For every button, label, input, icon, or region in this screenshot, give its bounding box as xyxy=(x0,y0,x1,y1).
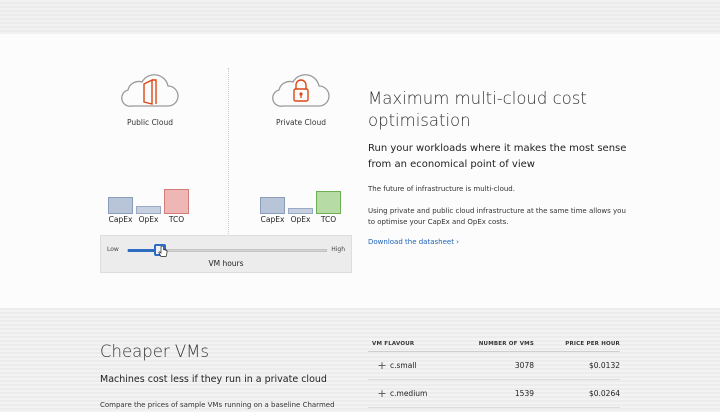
table-row: + c.medium 1539 $0.0264 xyxy=(368,380,620,408)
slider-caption: VM hours xyxy=(208,259,244,268)
public-cloud-column: Public Cloud xyxy=(95,70,205,127)
cheaper-vms-heading: Cheaper VMs xyxy=(100,342,210,361)
cheaper-vms-text: Compare the prices of sample VMs running… xyxy=(100,401,335,409)
header-vm-flavour: VM FLAVOUR xyxy=(372,341,415,347)
table-row: + c.small 3078 $0.0132 xyxy=(368,352,620,380)
private-cloud-icon xyxy=(272,74,330,107)
vm-hours-slider-panel: Low High VM hours xyxy=(100,235,352,273)
cheaper-vms-subheading: Machines cost less if they run in a priv… xyxy=(100,374,327,385)
vm-price-cell: $0.0264 xyxy=(588,389,620,398)
header-number-of-vms: NUMBER OF VMS xyxy=(478,341,534,347)
table-header: VM FLAVOUR NUMBER OF VMS PRICE PER HOUR xyxy=(368,341,620,352)
vm-pricing-table: VM FLAVOUR NUMBER OF VMS PRICE PER HOUR … xyxy=(368,341,620,408)
public-opex-label: OpEx xyxy=(138,215,159,224)
public-tco-bar xyxy=(164,189,189,214)
private-cloud-cost-bars xyxy=(260,186,341,214)
public-cloud-icon xyxy=(121,74,179,107)
slider-low-label: Low xyxy=(107,246,119,253)
private-cloud-column: Private Cloud xyxy=(246,70,356,127)
expand-plus-icon[interactable]: + xyxy=(374,359,390,372)
private-opex-label: OpEx xyxy=(290,215,311,224)
vm-hours-slider-thumb[interactable] xyxy=(154,244,168,257)
private-tco-bar xyxy=(316,191,341,214)
private-capex-bar xyxy=(260,197,285,214)
public-opex-bar xyxy=(136,206,161,214)
public-cloud-label: Public Cloud xyxy=(126,118,173,127)
vm-hours-slider-track[interactable] xyxy=(127,244,327,257)
column-divider xyxy=(228,68,229,236)
vm-flavour-cell: c.medium xyxy=(390,389,428,398)
private-capex-label: CapEx xyxy=(260,215,285,224)
public-bar-labels: CapEx OpEx TCO xyxy=(108,215,189,224)
public-cloud-cost-bars xyxy=(108,186,189,214)
private-opex-bar xyxy=(288,208,313,214)
expand-plus-icon[interactable]: + xyxy=(374,387,390,400)
section-paragraph-2: Using private and public cloud infrastru… xyxy=(368,207,626,226)
private-tco-label: TCO xyxy=(320,215,337,224)
private-bar-labels: CapEx OpEx TCO xyxy=(260,215,341,224)
section-heading: Maximum multi-cloud cost optimisation xyxy=(368,89,587,130)
vm-count-cell: 1539 xyxy=(514,389,534,398)
top-background-band xyxy=(0,0,720,34)
private-cloud-label: Private Cloud xyxy=(276,118,326,127)
header-price-per-hour: PRICE PER HOUR xyxy=(565,341,620,347)
download-datasheet-link[interactable]: Download the datasheet › xyxy=(368,238,459,246)
hand-cursor-icon xyxy=(158,246,168,257)
public-capex-label: CapEx xyxy=(108,215,133,224)
slider-high-label: High xyxy=(331,246,345,253)
vm-price-cell: $0.0132 xyxy=(588,361,620,370)
public-capex-bar xyxy=(108,197,133,214)
section-subheading: Run your workloads where it makes the mo… xyxy=(368,143,627,170)
vm-count-cell: 3078 xyxy=(514,361,534,370)
section-paragraph-1: The future of infrastructure is multi-cl… xyxy=(368,185,515,193)
public-tco-label: TCO xyxy=(168,215,185,224)
vm-flavour-cell: c.small xyxy=(390,361,417,370)
